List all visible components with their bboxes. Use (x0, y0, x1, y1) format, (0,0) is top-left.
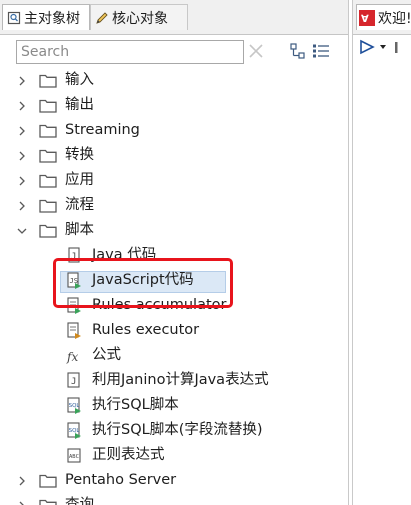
folder-icon (39, 74, 57, 88)
tree-category-label: 输出 (65, 97, 94, 113)
folder-icon (39, 499, 57, 505)
step-javascript-code[interactable]: JS JavaScript代码 (0, 268, 348, 293)
chevron-right-icon[interactable] (17, 126, 27, 136)
tab-welcome-label: 欢迎! (378, 10, 411, 27)
step-label: JavaScript代码 (92, 272, 194, 288)
step-rules-executor[interactable]: Rules executor (0, 318, 348, 343)
folder-icon (39, 224, 57, 238)
folder-icon (39, 99, 57, 113)
view-tab-strip: 主对象树 核心对象 (0, 0, 348, 35)
svg-text:J: J (71, 377, 76, 387)
step-label: 执行SQL脚本 (92, 397, 179, 413)
tree-category-script[interactable]: 脚本 (0, 218, 348, 243)
tree-category-label: 查询 (65, 497, 94, 505)
janino-icon: J (67, 372, 80, 388)
step-label: Rules accumulator (92, 297, 227, 313)
editor-tab-strip: ∀ 欢迎! (353, 0, 411, 35)
chevron-right-icon[interactable] (17, 76, 27, 86)
chevron-right-icon[interactable] (17, 101, 27, 111)
chevron-right-icon[interactable] (17, 201, 27, 211)
sql-script-stream-icon: SQL (67, 422, 81, 439)
step-label: 正则表达式 (92, 447, 165, 463)
tab-main-object-tree[interactable]: 主对象树 (2, 4, 90, 30)
step-regex[interactable]: ABC 正则表达式 (0, 443, 348, 468)
tree-category-label: 输入 (65, 72, 94, 88)
svg-text:SQL: SQL (69, 403, 81, 409)
svg-text:J: J (71, 252, 76, 262)
step-janino[interactable]: J 利用Janino计算Java表达式 (0, 368, 348, 393)
svg-text:JS: JS (70, 277, 78, 285)
step-java-code[interactable]: J Java 代码 (0, 243, 348, 268)
chevron-down-icon[interactable] (17, 226, 27, 236)
step-rules-accumulator[interactable]: Rules accumulator (0, 293, 348, 318)
tab-main-label: 主对象树 (24, 10, 80, 27)
folder-icon (39, 474, 57, 488)
folder-icon (39, 124, 57, 138)
tab-core-label: 核心对象 (112, 10, 168, 27)
tab-core-objects[interactable]: 核心对象 (90, 4, 188, 30)
tab-welcome[interactable]: ∀ 欢迎! (356, 4, 411, 30)
chevron-right-icon[interactable] (17, 176, 27, 186)
regex-icon: ABC (67, 448, 81, 463)
step-sql-script-stream[interactable]: SQL 执行SQL脚本(字段流替换) (0, 418, 348, 443)
search-input[interactable] (16, 40, 244, 64)
tree-category-output[interactable]: 输出 (0, 93, 348, 118)
java-code-icon: J (68, 247, 80, 263)
tree-category-query[interactable]: 查询 (0, 493, 348, 505)
step-label: Rules executor (92, 322, 200, 338)
tree-category-label: 应用 (65, 172, 94, 188)
pencil-icon (95, 11, 109, 25)
tree-category-streaming[interactable]: Streaming (0, 118, 348, 143)
tree-category-input[interactable]: 输入 (0, 68, 348, 93)
folder-icon (39, 174, 57, 188)
tree-category-pentaho-server[interactable]: Pentaho Server (0, 468, 348, 493)
clear-search-icon[interactable] (248, 43, 264, 59)
svg-text:∀: ∀ (361, 14, 369, 25)
tree-category-transform[interactable]: 转换 (0, 143, 348, 168)
step-sql-script[interactable]: SQL 执行SQL脚本 (0, 393, 348, 418)
chevron-right-icon[interactable] (17, 476, 27, 486)
rules-executor-icon (67, 322, 81, 339)
folder-icon (39, 199, 57, 213)
left-panel: 主对象树 核心对象 输入 输出 Streaming (0, 0, 349, 505)
svg-text:fx: fx (66, 350, 78, 364)
welcome-icon: ∀ (359, 9, 375, 26)
search-row (0, 38, 348, 66)
main-tree-icon (7, 11, 21, 25)
expand-tree-icon[interactable] (290, 43, 306, 59)
sql-script-icon: SQL (67, 397, 81, 414)
tree-category-flow[interactable]: 流程 (0, 193, 348, 218)
run-icon[interactable] (360, 39, 375, 55)
chevron-right-icon[interactable] (17, 151, 27, 161)
formula-icon: fx (66, 350, 78, 364)
rules-accumulator-icon (67, 297, 81, 314)
pause-icon[interactable] (395, 42, 398, 53)
tree-category-label: Pentaho Server (65, 472, 177, 488)
right-panel: ∀ 欢迎! (352, 0, 411, 505)
tree-category-label: 脚本 (65, 222, 94, 238)
svg-text:SQL: SQL (69, 428, 81, 434)
javascript-code-icon: JS (67, 272, 81, 289)
step-label: 执行SQL脚本(字段流替换) (92, 422, 263, 438)
tree-category-application[interactable]: 应用 (0, 168, 348, 193)
step-label: 利用Janino计算Java表达式 (92, 372, 269, 388)
folder-icon (39, 149, 57, 163)
step-label: 公式 (92, 347, 121, 363)
chevron-right-icon[interactable] (17, 501, 27, 505)
tree-category-label: 转换 (65, 147, 94, 163)
tree-category-label: Streaming (65, 122, 140, 138)
step-formula[interactable]: fx 公式 (0, 343, 348, 368)
run-dropdown-icon[interactable] (380, 45, 386, 49)
collapse-list-icon[interactable] (312, 43, 330, 59)
run-toolbar (360, 39, 398, 55)
svg-text:ABC: ABC (69, 454, 79, 460)
tree-category-label: 流程 (65, 197, 94, 213)
step-label: Java 代码 (92, 247, 157, 263)
